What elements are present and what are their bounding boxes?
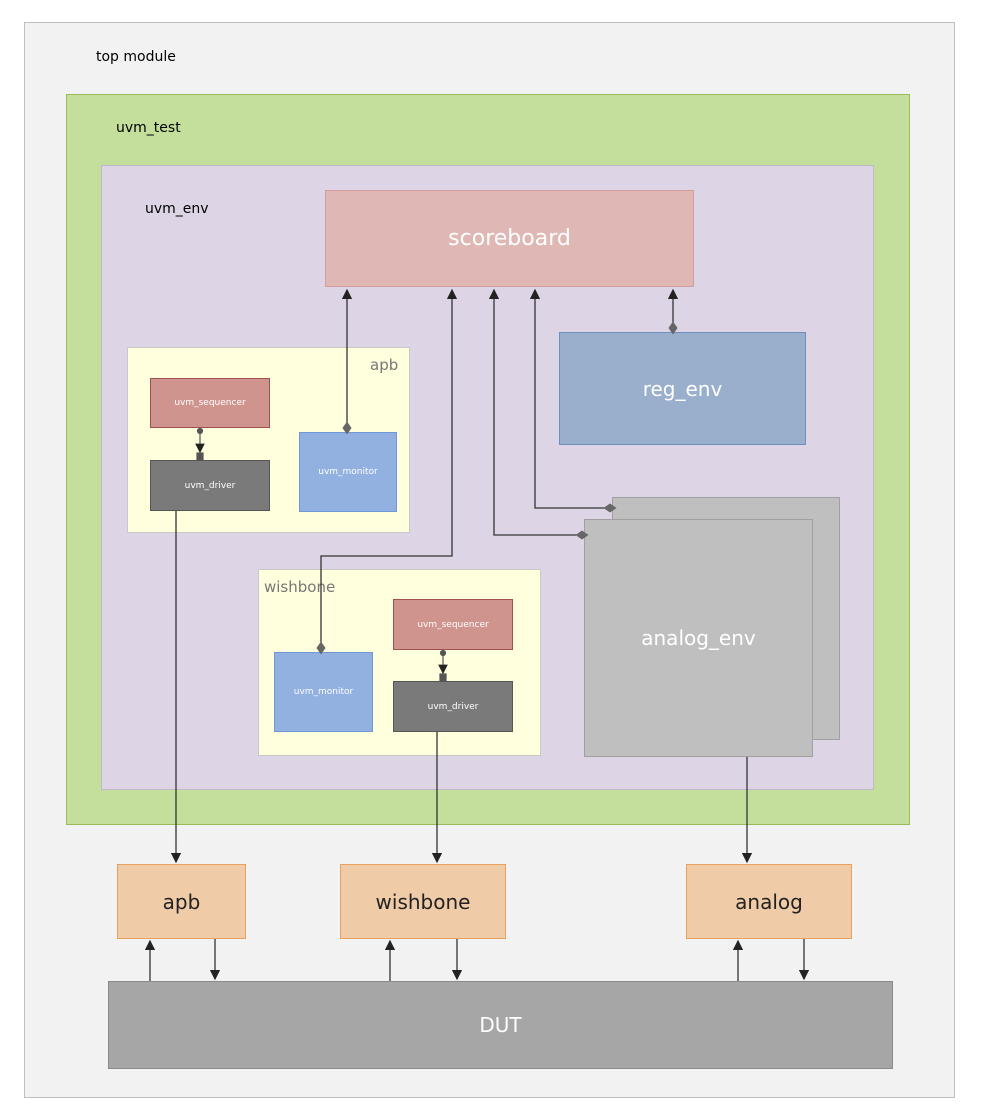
wishbone-monitor-to-scoreboard <box>316 288 458 655</box>
connections <box>144 288 810 981</box>
analog-env-to-scoreboard-1 <box>488 288 589 540</box>
analog-env-to-scoreboard-2 <box>529 288 617 513</box>
